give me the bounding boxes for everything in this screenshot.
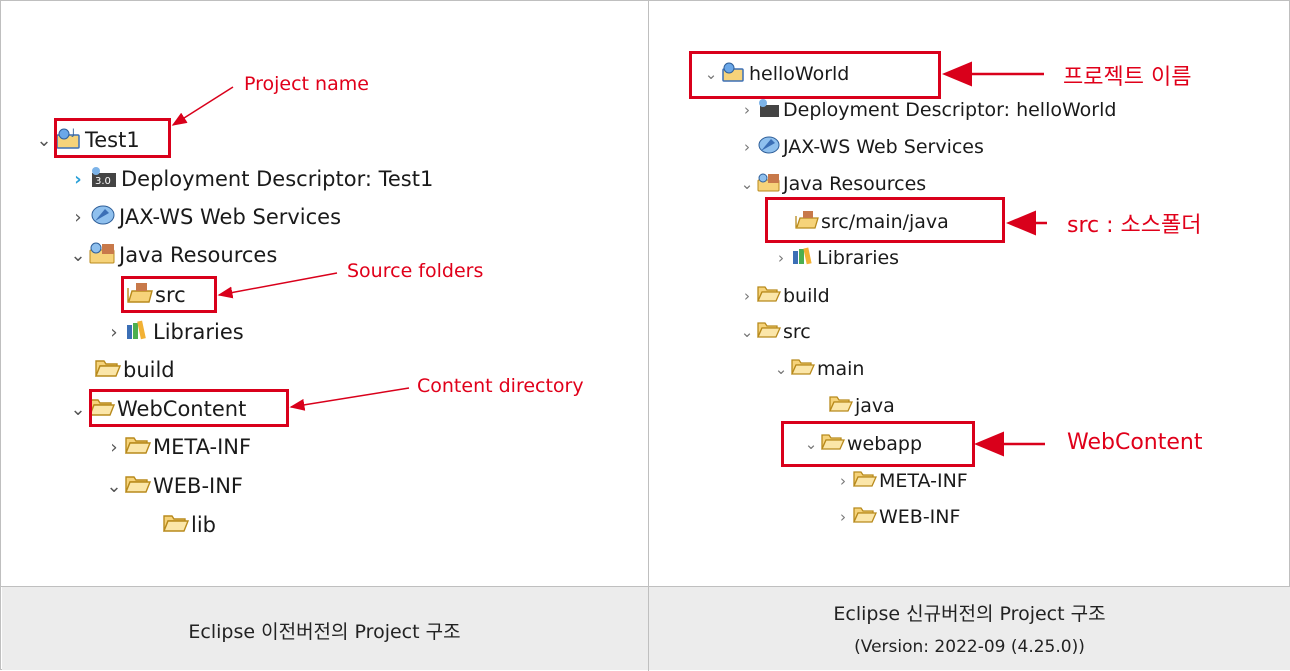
caption-old-version: Eclipse 이전버전의 Project 구조 (188, 621, 461, 643)
tree-node-libraries[interactable]: › Libraries (771, 245, 899, 271)
chevron-down-icon[interactable]: ⌄ (737, 323, 757, 341)
chevron-right-icon[interactable]: › (771, 249, 791, 267)
annotation-project-name: 프로젝트 이름 (1063, 65, 1192, 90)
comparison-table: ⌄ J Test1 Project name › 3.0 Deployment … (0, 0, 1290, 671)
chevron-down-icon[interactable]: ⌄ (67, 245, 89, 266)
tree-node-java-resources[interactable]: ⌄ Java Resources (737, 171, 926, 197)
tree-label: META-INF (879, 470, 968, 492)
tree-node-meta-inf[interactable]: › META-INF (833, 468, 968, 494)
chevron-right-icon[interactable]: › (737, 138, 757, 156)
tree-label: Deployment Descriptor: Test1 (121, 167, 434, 191)
folder-icon (852, 469, 878, 494)
libraries-icon (125, 319, 151, 346)
tree-node-java-resources[interactable]: ⌄ Java Resources (67, 241, 277, 269)
tree-node-web-inf[interactable]: ⌄ WEB-INF (103, 472, 243, 500)
tree-label: JAX-WS Web Services (783, 136, 984, 158)
chevron-down-icon[interactable]: ⌄ (737, 175, 757, 193)
caption-new-version-detail: (Version: 2022-09 (4.25.0)) (854, 637, 1085, 657)
annotation-webcontent: WebContent (1067, 430, 1203, 455)
tree-label: build (123, 358, 175, 382)
chevron-right-icon[interactable]: › (833, 508, 853, 526)
annotation-project-name: Project name (244, 73, 369, 95)
tree-label: META-INF (153, 435, 252, 459)
tree-label: java (855, 395, 895, 417)
libraries-icon (791, 246, 815, 271)
tree-node-jaxws[interactable]: › JAX-WS Web Services (737, 134, 984, 160)
tree-label: Deployment Descriptor: helloWorld (783, 99, 1117, 121)
tree-node-web-inf[interactable]: › WEB-INF (833, 504, 960, 530)
java-resources-icon (757, 172, 781, 197)
folder-icon (124, 473, 152, 500)
web-services-icon (757, 135, 781, 160)
tree-label: build (783, 285, 830, 307)
chevron-right-icon[interactable]: › (833, 472, 853, 490)
chevron-right-icon[interactable]: › (103, 322, 125, 343)
tree-node-meta-inf[interactable]: › META-INF (103, 433, 251, 461)
tree-node-main[interactable]: ⌄ main (771, 356, 865, 382)
deployment-descriptor-icon (757, 98, 781, 123)
tree-node-build[interactable]: › build (737, 283, 830, 309)
chevron-right-icon[interactable]: › (737, 101, 757, 119)
tree-label: Libraries (153, 320, 244, 344)
tree-node-build[interactable]: build (94, 356, 175, 384)
annotation-source-folders: Source folders (347, 260, 484, 282)
chevron-down-icon[interactable]: ⌄ (33, 130, 55, 151)
tree-label: Java Resources (119, 243, 278, 267)
folder-icon (94, 357, 122, 384)
tree-label: Libraries (817, 247, 900, 269)
highlight-box-project (54, 118, 171, 158)
deployment-descriptor-icon: 3.0 (89, 165, 119, 194)
java-resources-icon (89, 241, 117, 270)
chevron-down-icon[interactable]: ⌄ (67, 399, 89, 420)
folder-icon (790, 357, 816, 382)
highlight-box-src (121, 276, 217, 313)
tree-label: main (817, 358, 865, 380)
tree-label: lib (191, 513, 216, 537)
tree-label: WEB-INF (879, 506, 961, 528)
chevron-right-icon[interactable]: › (103, 437, 125, 458)
tree-node-deployment-descriptor[interactable]: › Deployment Descriptor: helloWorld (737, 97, 1116, 123)
tree-label: WEB-INF (153, 474, 243, 498)
folder-icon (162, 512, 190, 539)
svg-text:3.0: 3.0 (95, 176, 111, 187)
tree-node-jaxws[interactable]: › JAX-WS Web Services (67, 203, 341, 231)
chevron-down-icon[interactable]: ⌄ (771, 360, 791, 378)
folder-icon (124, 434, 152, 461)
chevron-right-icon[interactable]: › (67, 169, 89, 190)
highlight-box-src-main-java (765, 197, 1005, 243)
folder-icon (828, 394, 854, 419)
web-services-icon (89, 203, 117, 232)
row-divider (1, 586, 1290, 587)
chevron-right-icon[interactable]: › (67, 207, 89, 228)
caption-new-version: Eclipse 신규버전의 Project 구조 (833, 603, 1106, 625)
annotation-source-folder: src : 소스폴더 (1067, 213, 1202, 238)
folder-icon (852, 505, 878, 530)
annotation-content-directory: Content directory (417, 375, 584, 397)
highlight-box-webapp (781, 421, 975, 467)
tree-node-java[interactable]: java (828, 393, 895, 419)
highlight-box-webcontent (89, 389, 289, 427)
folder-icon (756, 320, 782, 345)
tree-node-src[interactable]: ⌄ src (737, 319, 811, 345)
tree-node-libraries[interactable]: › Libraries (103, 318, 244, 346)
tree-node-lib[interactable]: lib (162, 511, 216, 539)
tree-label: JAX-WS Web Services (119, 205, 342, 229)
chevron-down-icon[interactable]: ⌄ (103, 476, 125, 497)
tree-label: Java Resources (783, 173, 927, 195)
highlight-box-project (689, 51, 941, 99)
tree-node-deployment-descriptor[interactable]: › 3.0 Deployment Descriptor: Test1 (67, 165, 433, 193)
tree-label: src (783, 321, 811, 343)
folder-icon (756, 284, 782, 309)
chevron-right-icon[interactable]: › (737, 287, 757, 305)
